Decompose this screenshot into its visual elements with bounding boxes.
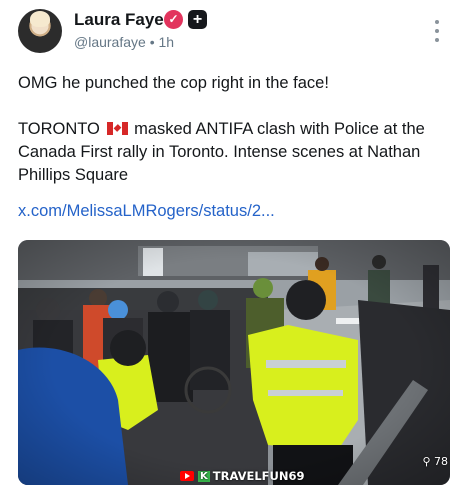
view-count-value: 78	[434, 455, 448, 468]
verified-badge-icon: ✓	[164, 10, 183, 29]
post-link[interactable]: x.com/MelissaLMRogers/status/2...	[18, 202, 275, 221]
canada-flag-icon	[106, 122, 128, 135]
watermark-text: TRAVELFUN69	[212, 469, 305, 483]
plus-badge-icon: +	[188, 10, 207, 29]
post-line-1: OMG he punched the cop right in the face…	[18, 74, 329, 92]
post-header: Laura Faye ✓ + @laurafaye • 1h	[18, 8, 450, 54]
author-name[interactable]: Laura Faye	[74, 10, 164, 30]
post-time: 1h	[158, 34, 175, 50]
video-watermark: K TRAVELFUN69	[180, 469, 304, 483]
watermark-k: K	[198, 470, 210, 482]
youtube-icon	[180, 471, 194, 481]
post-line-2: TORONTO masked ANTIFA clash with Police …	[18, 118, 458, 187]
person-icon: ⚲	[422, 455, 431, 468]
video-frame	[18, 240, 450, 485]
meta-separator: •	[149, 34, 155, 50]
avatar[interactable]	[18, 9, 62, 53]
more-options-icon[interactable]	[434, 20, 440, 42]
author-meta: @laurafaye • 1h	[74, 34, 174, 50]
author-handle[interactable]: @laurafaye	[74, 34, 146, 50]
post-video[interactable]: K TRAVELFUN69 ⚲ 78	[18, 240, 450, 485]
view-count: ⚲ 78	[422, 455, 448, 468]
post-location: TORONTO	[18, 120, 100, 138]
post-body: OMG he punched the cop right in the face…	[18, 72, 458, 184]
